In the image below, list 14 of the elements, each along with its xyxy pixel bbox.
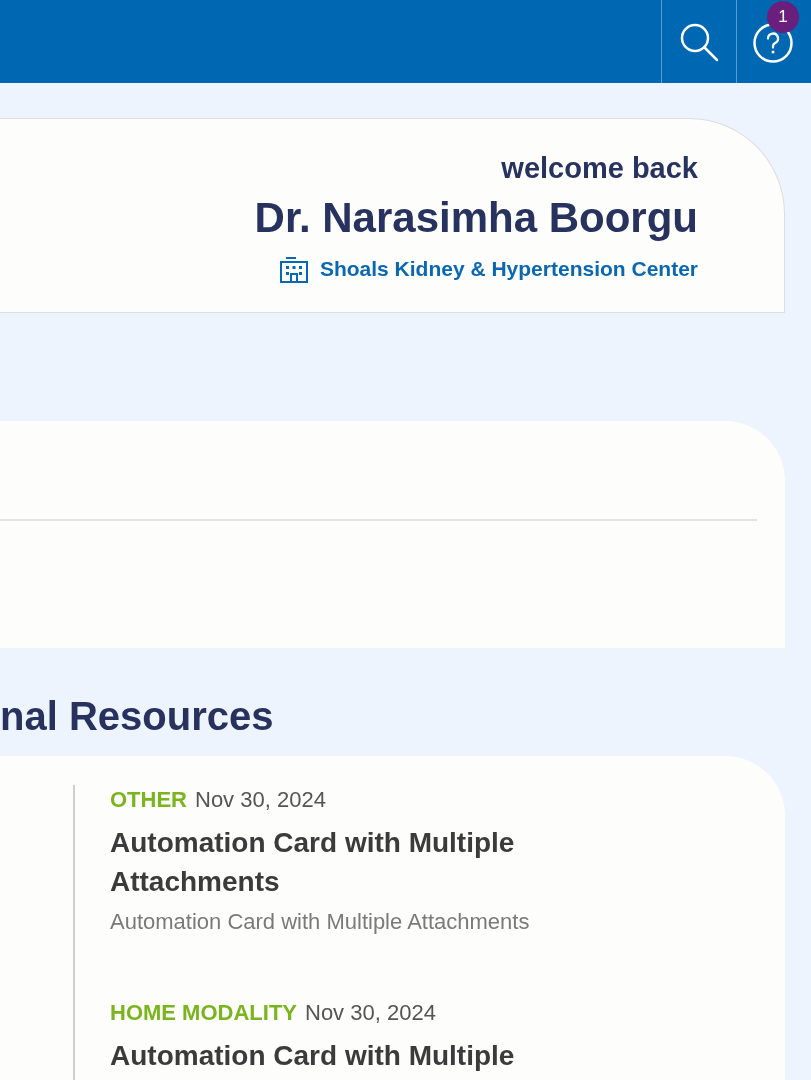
- organization-link[interactable]: Shoals Kidney & Hypertension Center: [279, 254, 698, 284]
- resource-date: Nov 30, 2024: [195, 787, 326, 813]
- resource-description: Automation Card with Multiple Attachments: [110, 908, 531, 936]
- section-heading: nal Resources: [0, 693, 275, 740]
- search-icon: [679, 21, 719, 62]
- resource-date: Nov 30, 2024: [305, 1000, 436, 1026]
- welcome-greeting: welcome back: [501, 151, 698, 186]
- resource-title[interactable]: Automation Card with Multiple: [110, 1036, 610, 1075]
- resource-title[interactable]: Automation Card with Multiple Attachments: [110, 823, 610, 901]
- user-name: Dr. Narasimha Boorgu: [254, 193, 698, 243]
- building-icon: [279, 255, 308, 283]
- resource-category: OTHER: [110, 787, 187, 813]
- notification-badge: 1: [767, 1, 799, 33]
- resource-category: HOME MODALITY: [110, 1000, 297, 1026]
